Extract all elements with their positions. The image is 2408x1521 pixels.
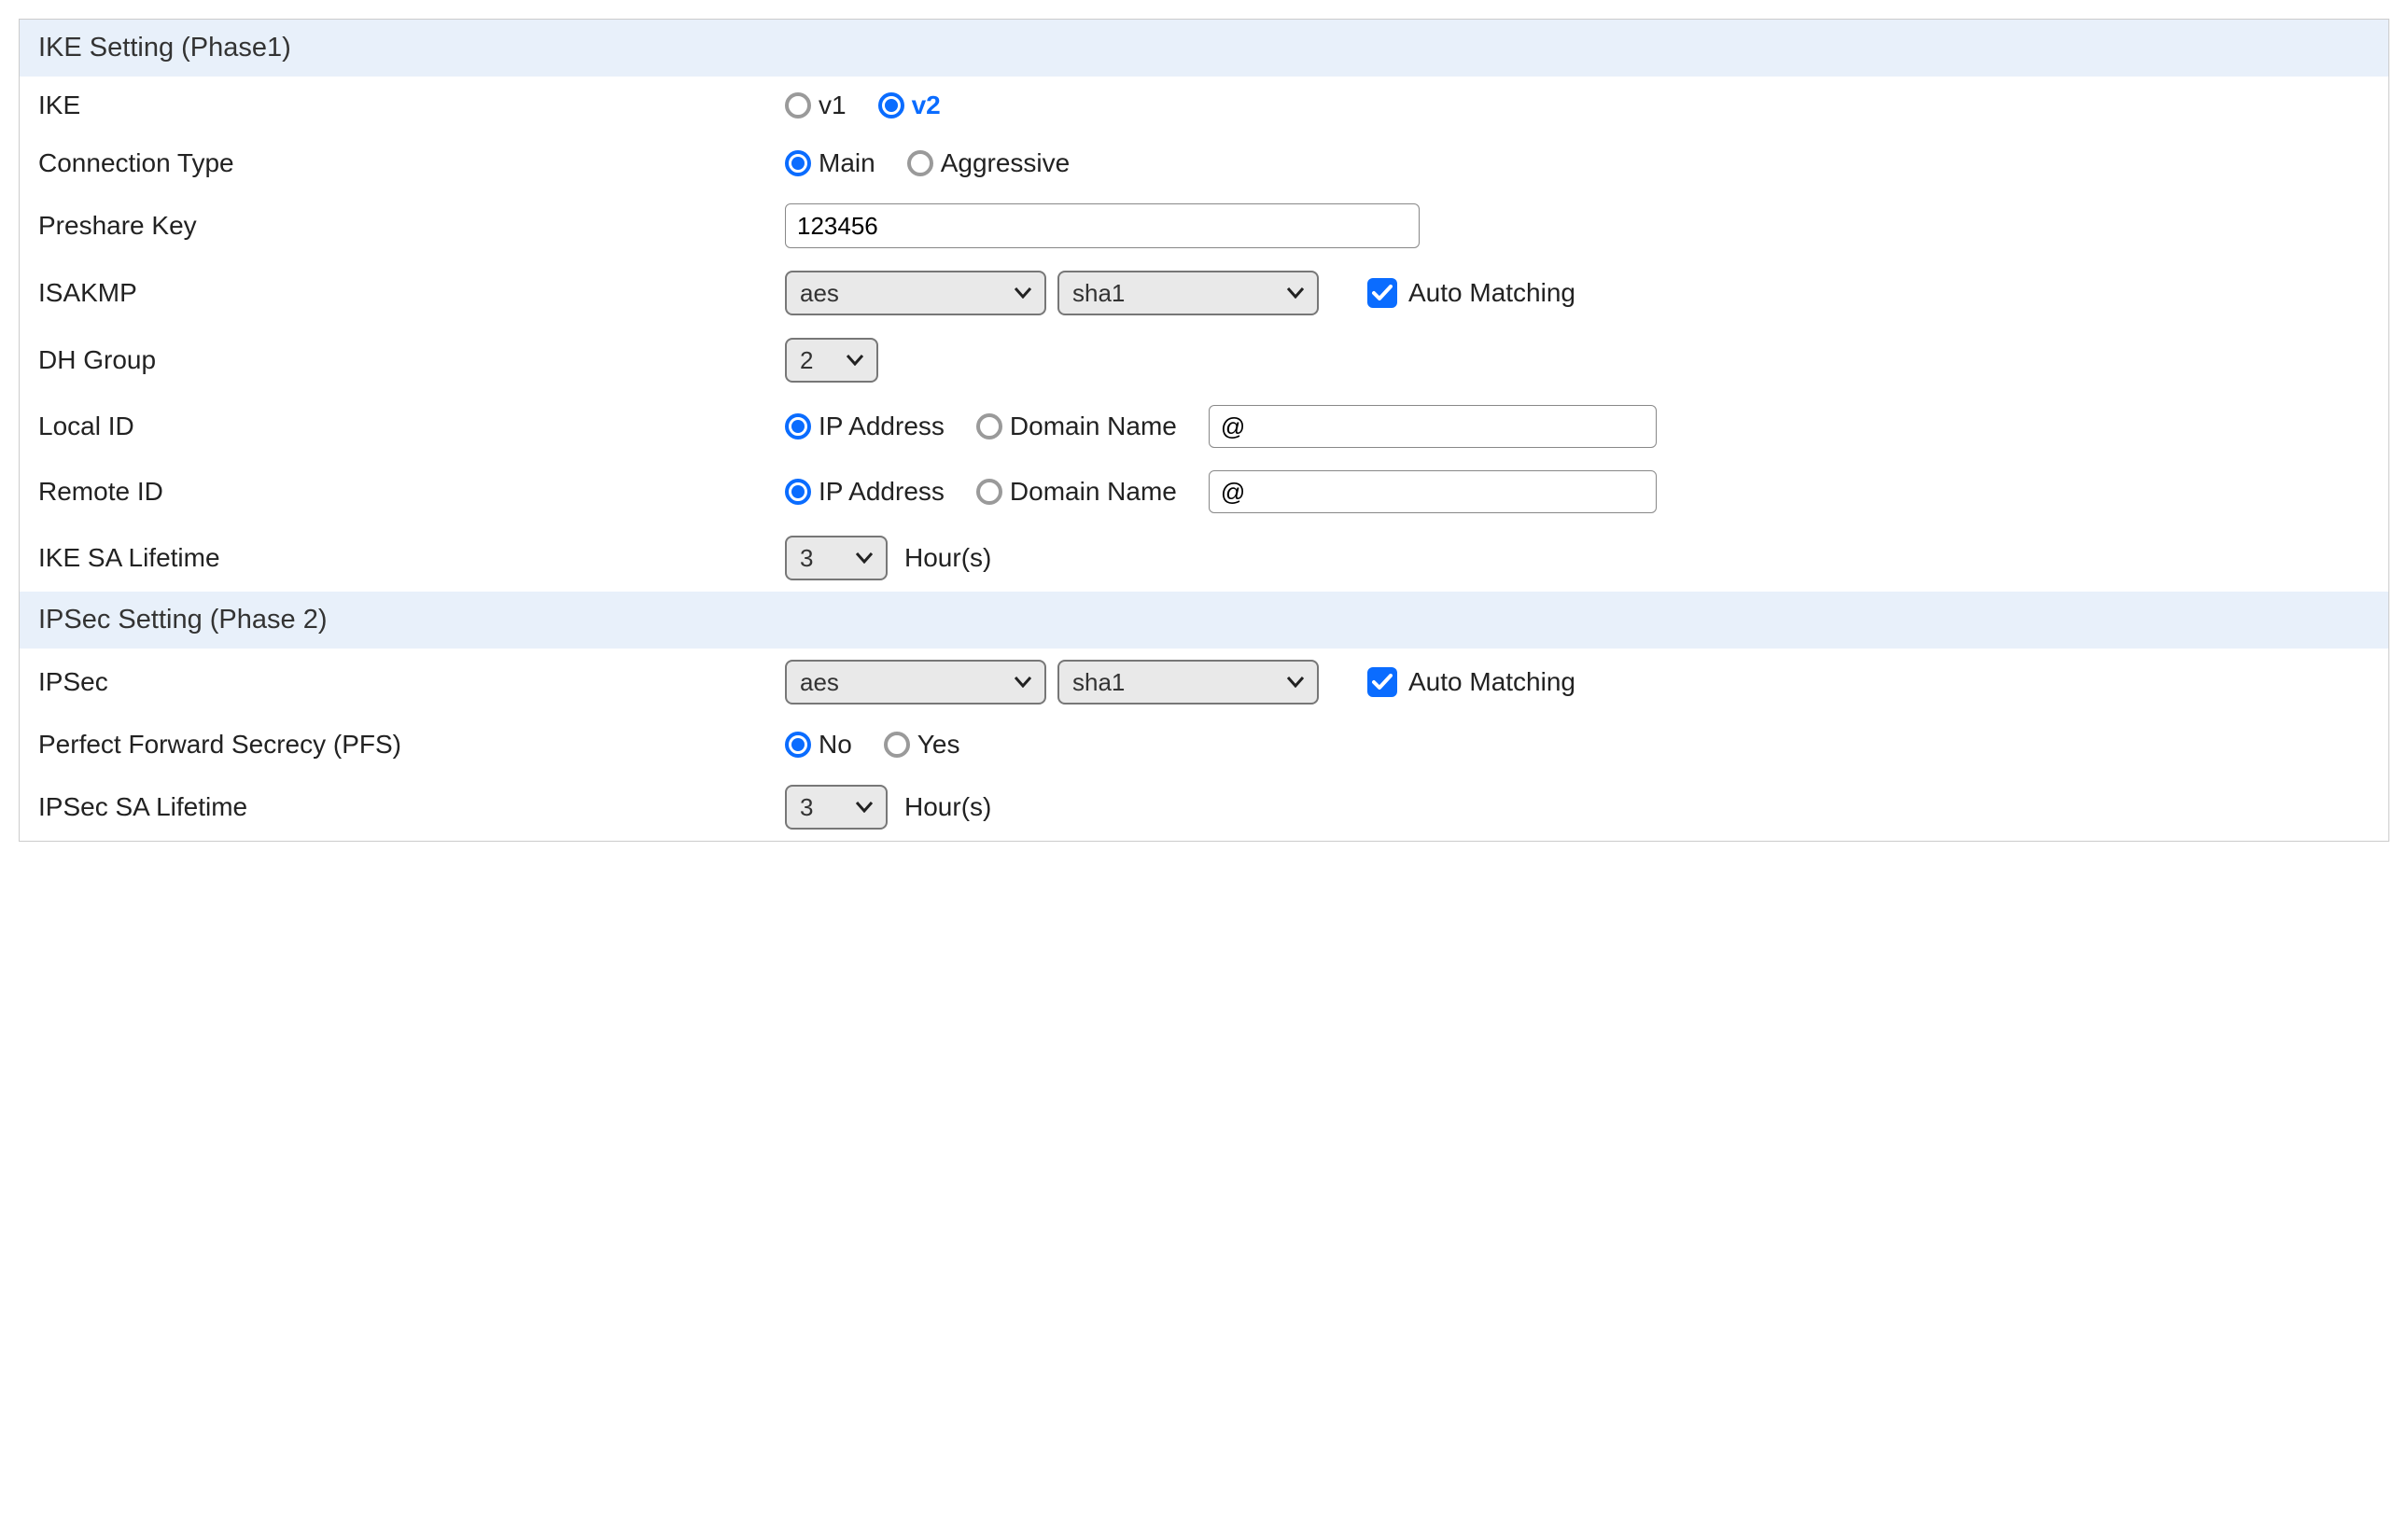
- local-id-domain-radio[interactable]: Domain Name: [976, 412, 1177, 441]
- settings-panel: IKE Setting (Phase1) IKE v1 v2 Connectio…: [19, 19, 2389, 842]
- connection-type-label: Connection Type: [38, 148, 785, 178]
- pfs-yes-radio[interactable]: Yes: [884, 730, 960, 760]
- conn-main-radio[interactable]: Main: [785, 148, 875, 178]
- ipsec-hash-value: sha1: [1072, 668, 1125, 697]
- dh-group-row: DH Group 2: [20, 327, 2388, 394]
- remote-id-ip-radio[interactable]: IP Address: [785, 477, 945, 507]
- preshare-key-input[interactable]: [785, 203, 1420, 248]
- dh-group-label: DH Group: [38, 345, 785, 375]
- connection-type-row: Connection Type Main Aggressive: [20, 134, 2388, 192]
- radio-icon: [976, 479, 1002, 505]
- isakmp-hash-value: sha1: [1072, 279, 1125, 308]
- pfs-no-radio[interactable]: No: [785, 730, 852, 760]
- pfs-label: Perfect Forward Secrecy (PFS): [38, 730, 785, 760]
- ike-sa-lifetime-row: IKE SA Lifetime 3 Hour(s): [20, 524, 2388, 592]
- isakmp-row: ISAKMP aes sha1 Auto Matching: [20, 259, 2388, 327]
- ike-version-label: IKE: [38, 91, 785, 120]
- checkbox-checked-icon: [1367, 278, 1397, 308]
- ipsec-hash-select[interactable]: sha1: [1057, 660, 1319, 705]
- ipsec-label: IPSec: [38, 667, 785, 697]
- radio-checked-icon: [785, 150, 811, 176]
- ipsec-auto-matching-label: Auto Matching: [1408, 667, 1575, 697]
- ipsec-auto-matching-checkbox[interactable]: Auto Matching: [1367, 667, 1575, 697]
- ipsec-sa-lifetime-value: 3: [800, 793, 813, 822]
- ike-section-header: IKE Setting (Phase1): [20, 20, 2388, 77]
- remote-id-ip-radio-label: IP Address: [819, 477, 945, 507]
- radio-checked-icon: [785, 732, 811, 758]
- radio-checked-icon: [785, 479, 811, 505]
- local-id-ip-radio-label: IP Address: [819, 412, 945, 441]
- conn-aggressive-radio[interactable]: Aggressive: [907, 148, 1071, 178]
- radio-checked-icon: [878, 92, 904, 119]
- isakmp-hash-select[interactable]: sha1: [1057, 271, 1319, 315]
- conn-main-radio-label: Main: [819, 148, 875, 178]
- dh-group-select[interactable]: 2: [785, 338, 878, 383]
- chevron-down-icon: [1015, 287, 1031, 299]
- chevron-down-icon: [1015, 677, 1031, 688]
- ike-v2-radio[interactable]: v2: [878, 91, 941, 120]
- radio-icon: [907, 150, 933, 176]
- preshare-key-row: Preshare Key: [20, 192, 2388, 259]
- chevron-down-icon: [1287, 677, 1304, 688]
- radio-icon: [976, 413, 1002, 440]
- ipsec-enc-select[interactable]: aes: [785, 660, 1046, 705]
- dh-group-value: 2: [800, 346, 813, 375]
- chevron-down-icon: [847, 355, 863, 366]
- pfs-yes-radio-label: Yes: [917, 730, 960, 760]
- remote-id-domain-radio[interactable]: Domain Name: [976, 477, 1177, 507]
- remote-id-label: Remote ID: [38, 477, 785, 507]
- ike-sa-lifetime-value: 3: [800, 544, 813, 573]
- isakmp-enc-select[interactable]: aes: [785, 271, 1046, 315]
- local-id-label: Local ID: [38, 412, 785, 441]
- ike-v2-radio-label: v2: [912, 91, 941, 120]
- ike-sa-lifetime-label: IKE SA Lifetime: [38, 543, 785, 573]
- local-id-ip-radio[interactable]: IP Address: [785, 412, 945, 441]
- ipsec-sa-lifetime-select[interactable]: 3: [785, 785, 888, 830]
- local-id-domain-radio-label: Domain Name: [1010, 412, 1177, 441]
- isakmp-enc-value: aes: [800, 279, 839, 308]
- ipsec-sa-lifetime-unit: Hour(s): [904, 792, 991, 822]
- remote-id-domain-input[interactable]: [1209, 470, 1657, 513]
- isakmp-auto-matching-checkbox[interactable]: Auto Matching: [1367, 278, 1575, 308]
- isakmp-label: ISAKMP: [38, 278, 785, 308]
- ipsec-sa-lifetime-label: IPSec SA Lifetime: [38, 792, 785, 822]
- local-id-row: Local ID IP Address Domain Name: [20, 394, 2388, 459]
- chevron-down-icon: [1287, 287, 1304, 299]
- ipsec-section-header: IPSec Setting (Phase 2): [20, 592, 2388, 649]
- ipsec-row: IPSec aes sha1 Auto Matching: [20, 649, 2388, 716]
- chevron-down-icon: [856, 802, 873, 813]
- ike-v1-radio-label: v1: [819, 91, 847, 120]
- ipsec-sa-lifetime-row: IPSec SA Lifetime 3 Hour(s): [20, 774, 2388, 841]
- conn-aggressive-radio-label: Aggressive: [941, 148, 1071, 178]
- chevron-down-icon: [856, 552, 873, 564]
- radio-checked-icon: [785, 413, 811, 440]
- ike-sa-lifetime-select[interactable]: 3: [785, 536, 888, 580]
- ipsec-enc-value: aes: [800, 668, 839, 697]
- radio-icon: [785, 92, 811, 119]
- isakmp-auto-matching-label: Auto Matching: [1408, 278, 1575, 308]
- remote-id-row: Remote ID IP Address Domain Name: [20, 459, 2388, 524]
- pfs-no-radio-label: No: [819, 730, 852, 760]
- radio-icon: [884, 732, 910, 758]
- preshare-key-label: Preshare Key: [38, 211, 785, 241]
- ike-v1-radio[interactable]: v1: [785, 91, 847, 120]
- ike-sa-lifetime-unit: Hour(s): [904, 543, 991, 573]
- ike-version-row: IKE v1 v2: [20, 77, 2388, 134]
- checkbox-checked-icon: [1367, 667, 1397, 697]
- local-id-domain-input[interactable]: [1209, 405, 1657, 448]
- pfs-row: Perfect Forward Secrecy (PFS) No Yes: [20, 716, 2388, 774]
- remote-id-domain-radio-label: Domain Name: [1010, 477, 1177, 507]
